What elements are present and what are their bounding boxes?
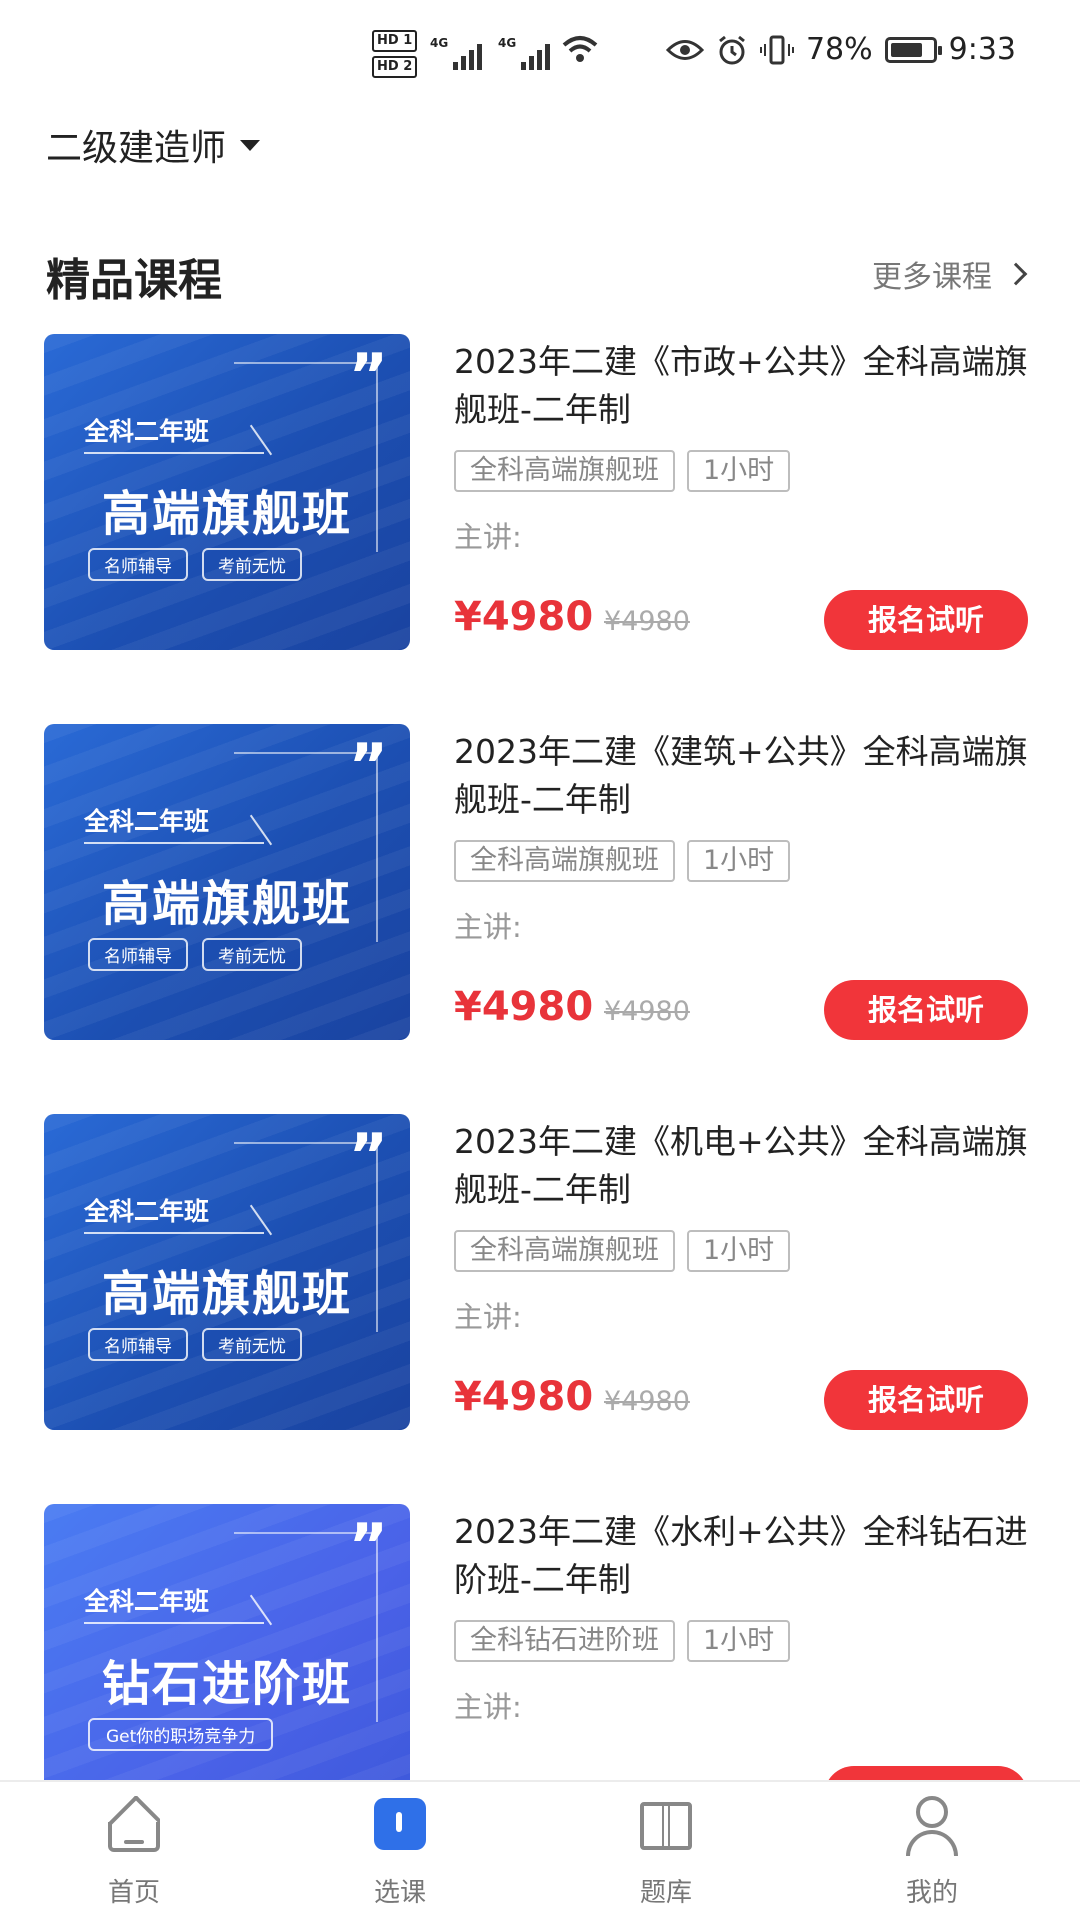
enroll-trial-button[interactable]: 报名试听 — [824, 980, 1028, 1040]
thumbnail-pill: 考前无忧 — [202, 938, 302, 971]
wifi-icon — [560, 34, 600, 68]
course-icon — [374, 1798, 426, 1850]
enroll-trial-button[interactable] — [824, 1766, 1028, 1780]
clock: 9:33 — [948, 32, 1016, 67]
more-courses-link[interactable]: 更多课程 — [872, 252, 1028, 296]
battery-percent: 78% — [805, 32, 873, 67]
course-title[interactable]: 2023年二建《市政+公共》全科高端旗舰班-二年制 — [454, 338, 1034, 434]
price: ¥4980 — [454, 594, 594, 640]
price: ¥4980 — [454, 1374, 594, 1420]
duration-tag: 1小时 — [687, 1230, 791, 1272]
lecturer-label: 主讲: — [454, 520, 522, 554]
quote-mark: ” — [348, 341, 388, 411]
network-1-label: 4G — [430, 36, 449, 50]
course-title[interactable]: 2023年二建《机电+公共》全科高端旗舰班-二年制 — [454, 1118, 1034, 1214]
lecturer-label: 主讲: — [454, 1690, 522, 1724]
thumbnail-tag: 全科二年班 — [84, 1197, 210, 1226]
nav-question-bank[interactable]: 题库 — [576, 1782, 756, 1920]
nav-home[interactable]: 首页 — [44, 1782, 224, 1920]
battery-fill — [890, 42, 922, 57]
signal-1-icon: 4G — [430, 36, 483, 70]
lecturer-label: 主讲: — [454, 1300, 522, 1334]
quote-mark: ” — [348, 731, 388, 801]
original-price: ¥4980 — [604, 1386, 690, 1417]
course-thumbnail[interactable]: ” 全科二年班 高端旗舰班 名师辅导 考前无忧 — [44, 1114, 410, 1430]
course-title[interactable]: 2023年二建《建筑+公共》全科高端旗舰班-二年制 — [454, 728, 1034, 824]
thumbnail-headline: 高端旗舰班 — [101, 1266, 352, 1322]
alarm-icon — [719, 35, 745, 64]
course-card[interactable]: ” 全科二年班 高端旗舰班 名师辅导 考前无忧 2023年二建《市政+公共》全科… — [0, 334, 1080, 664]
duration-tag: 1小时 — [687, 450, 791, 492]
nav-mine[interactable]: 我的 — [842, 1782, 1022, 1920]
thumbnail-headline: 钻石进阶班 — [101, 1656, 352, 1712]
enroll-trial-button[interactable]: 报名试听 — [824, 590, 1028, 650]
lecturer-label: 主讲: — [454, 910, 522, 944]
app-screen: HD 1 HD 2 4G 4G 78% 9:33 二级建造师 精品课程 更多课程… — [0, 0, 1080, 1920]
course-card[interactable]: ” 全科二年班 钻石进阶班 Get你的职场竞争力 2023年二建《水利+公共》全… — [0, 1504, 1080, 1780]
thumbnail-pill: 考前无忧 — [202, 548, 302, 581]
status-right: 78% 9:33 — [665, 32, 1016, 67]
thumbnail-headline: 高端旗舰班 — [101, 876, 352, 932]
nav-mine-label: 我的 — [905, 1878, 958, 1908]
nav-question-bank-label: 题库 — [639, 1878, 692, 1908]
user-icon-body — [906, 1830, 958, 1856]
course-tag: 全科高端旗舰班 — [454, 840, 675, 882]
thumbnail-headline: 高端旗舰班 — [101, 486, 352, 542]
course-card[interactable]: ” 全科二年班 高端旗舰班 名师辅导 考前无忧 2023年二建《机电+公共》全科… — [0, 1114, 1080, 1444]
nav-courses-label: 选课 — [373, 1878, 426, 1908]
original-price: ¥4980 — [604, 996, 690, 1027]
duration-tag: 1小时 — [687, 840, 791, 882]
thumbnail-pill: 名师辅导 — [88, 548, 188, 581]
course-tag: 全科钻石进阶班 — [454, 1620, 675, 1662]
home-icon-body — [108, 1822, 160, 1852]
course-tag: 全科高端旗舰班 — [454, 1230, 675, 1272]
course-thumbnail[interactable]: ” 全科二年班 高端旗舰班 名师辅导 考前无忧 — [44, 334, 410, 650]
enroll-trial-button[interactable]: 报名试听 — [824, 1370, 1028, 1430]
exam-label: 二级建造师 — [46, 128, 227, 169]
vibrate-icon — [759, 35, 794, 64]
course-card[interactable]: ” 全科二年班 高端旗舰班 名师辅导 考前无忧 2023年二建《建筑+公共》全科… — [0, 724, 1080, 1054]
caret-down-icon — [240, 139, 261, 151]
user-icon — [916, 1796, 948, 1828]
course-tag: 全科高端旗舰班 — [454, 450, 675, 492]
chevron-right-icon — [1004, 262, 1028, 286]
signal-2-icon: 4G — [498, 36, 551, 70]
bottom-nav: 首页 选课 题库 我的 — [0, 1780, 1080, 1920]
nav-home-label: 首页 — [107, 1878, 160, 1908]
book-icon — [640, 1798, 692, 1850]
original-price: ¥4980 — [604, 606, 690, 637]
more-courses-label: 更多课程 — [872, 260, 992, 295]
duration-tag: 1小时 — [687, 1620, 791, 1662]
status-bar: HD 1 HD 2 4G 4G 78% 9:33 — [0, 0, 1080, 108]
course-thumbnail[interactable]: ” 全科二年班 高端旗舰班 名师辅导 考前无忧 — [44, 724, 410, 1040]
course-title[interactable]: 2023年二建《水利+公共》全科钻石进阶班-二年制 — [454, 1508, 1034, 1604]
quote-mark: ” — [348, 1511, 388, 1581]
eye-icon — [665, 39, 704, 60]
thumbnail-tag: 全科二年班 — [84, 807, 210, 836]
quote-mark: ” — [348, 1121, 388, 1191]
thumbnail-pill: Get你的职场竞争力 — [88, 1718, 274, 1751]
thumbnail-tag: 全科二年班 — [84, 417, 210, 446]
thumbnail-tag: 全科二年班 — [84, 1587, 210, 1616]
exam-selector[interactable]: 二级建造师 — [46, 120, 261, 170]
nav-courses[interactable]: 选课 — [310, 1782, 490, 1920]
thumbnail-pill: 名师辅导 — [88, 1328, 188, 1361]
course-thumbnail[interactable]: ” 全科二年班 钻石进阶班 Get你的职场竞争力 — [44, 1504, 410, 1780]
thumbnail-pill: 考前无忧 — [202, 1328, 302, 1361]
section-title: 精品课程 — [46, 255, 222, 306]
network-2-label: 4G — [498, 36, 517, 50]
battery-icon — [884, 36, 942, 63]
thumbnail-pill: 名师辅导 — [88, 938, 188, 971]
hd-indicator: HD 1 HD 2 — [372, 30, 418, 82]
hd1-label: HD 1 — [372, 30, 418, 52]
hd2-label: HD 2 — [372, 56, 418, 78]
price: ¥4980 — [454, 984, 594, 1030]
